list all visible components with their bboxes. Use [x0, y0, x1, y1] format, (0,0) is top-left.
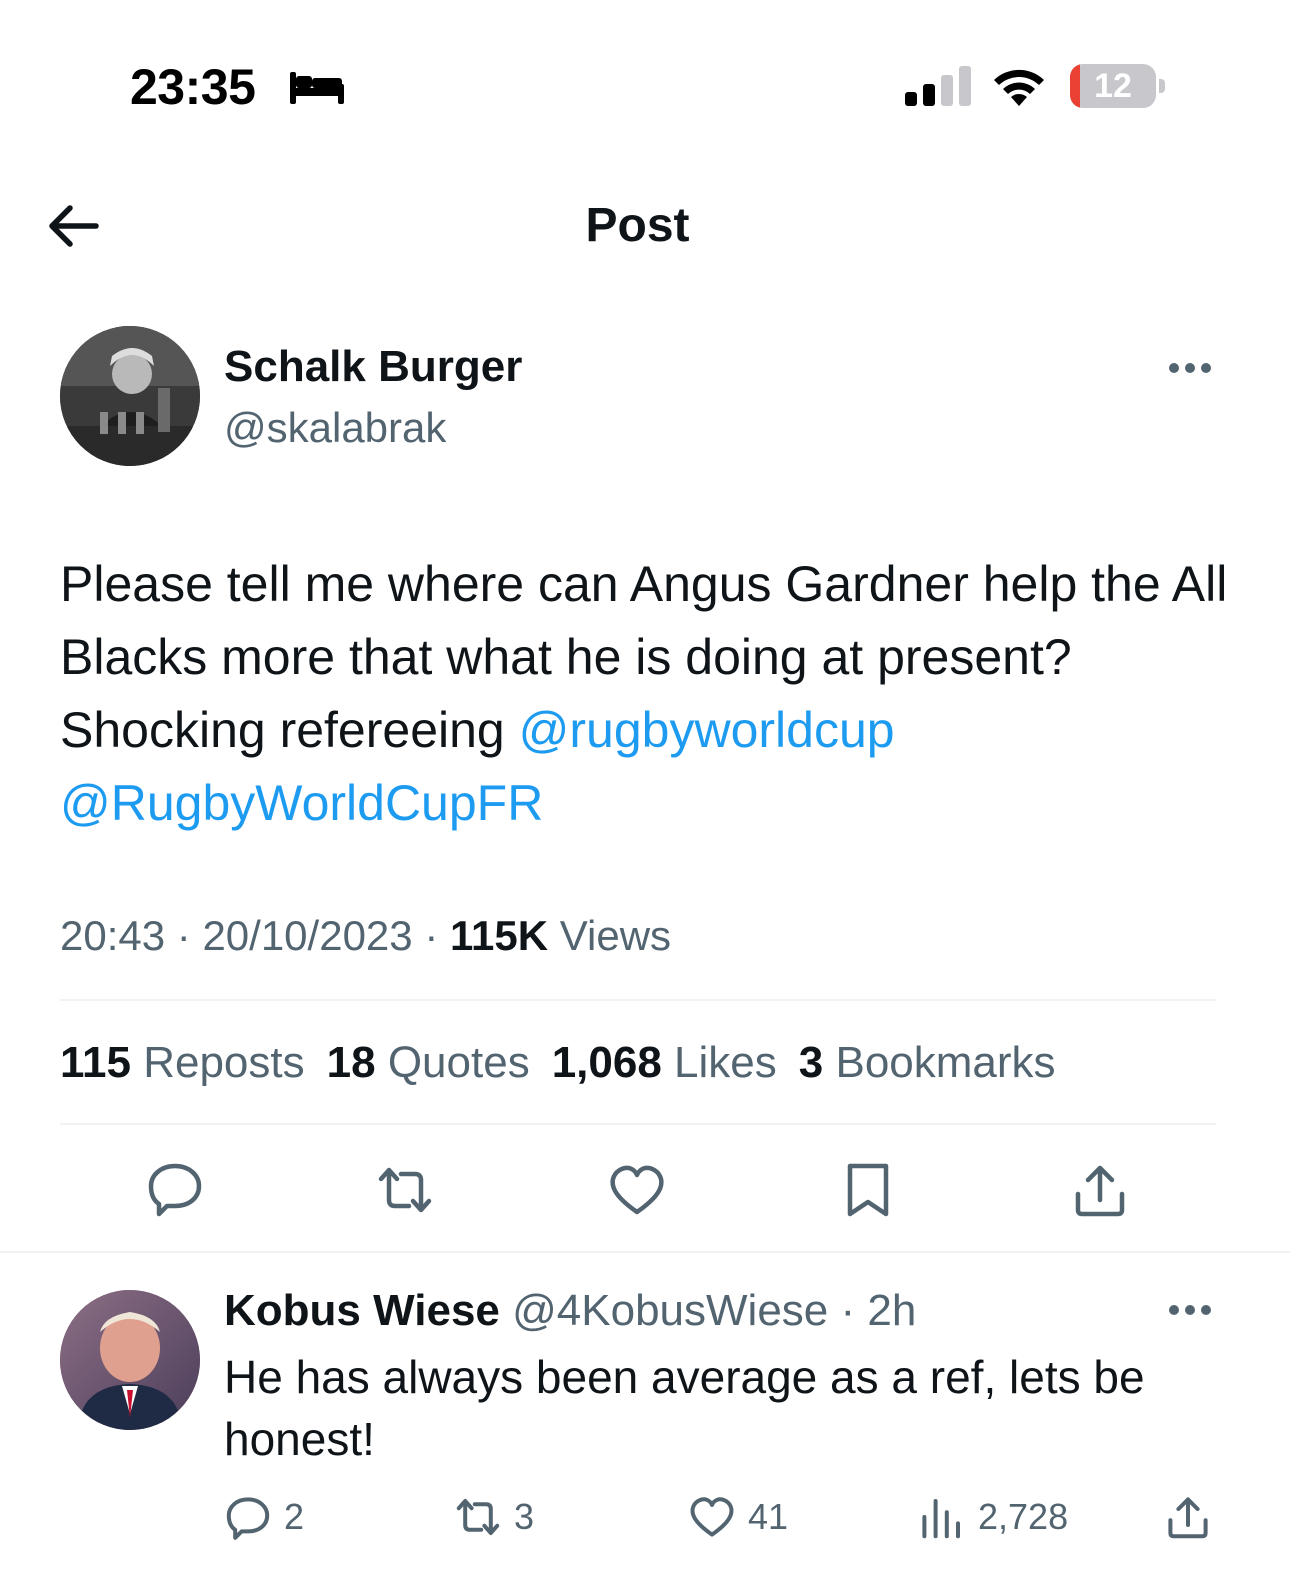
reply-icon: [226, 1497, 270, 1540]
reply-header: Kobus Wiese @4KobusWiese · 2h: [224, 1286, 917, 1335]
stat-reposts[interactable]: 115 Reposts: [60, 1038, 305, 1088]
reply-author-avatar[interactable]: [60, 1290, 200, 1430]
reply-repost-button[interactable]: 3: [454, 1492, 534, 1542]
stat-quotes[interactable]: 18 Quotes: [327, 1038, 530, 1088]
status-bar: 23:35 12: [0, 0, 1290, 180]
views-label: Views: [559, 912, 672, 959]
battery-indicator: 12: [1070, 64, 1166, 108]
share-icon[interactable]: [1070, 1160, 1130, 1220]
repost-icon[interactable]: [375, 1160, 435, 1220]
reply-text: He has always been average as a ref, let…: [224, 1351, 1145, 1465]
wifi-icon: [994, 69, 1044, 106]
reply-icon[interactable]: [145, 1158, 205, 1218]
divider: [60, 1123, 1216, 1125]
stat-bookmarks[interactable]: 3 Bookmarks: [799, 1038, 1056, 1088]
status-time: 23:35: [130, 59, 256, 115]
reply-like-button[interactable]: 41: [688, 1492, 788, 1542]
repost-icon: [456, 1499, 500, 1535]
reply-reply-button[interactable]: 2: [224, 1492, 304, 1542]
battery-level: 12: [1094, 67, 1132, 105]
more-options-icon[interactable]: [1168, 362, 1212, 374]
reply-time: 2h: [867, 1286, 917, 1335]
reply-count: 2: [284, 1496, 305, 1537]
stat-likes[interactable]: 1,068 Likes: [552, 1038, 777, 1088]
divider: [60, 999, 1216, 1001]
author-name[interactable]: Schalk Burger: [224, 342, 522, 392]
page-title: Post: [585, 199, 690, 252]
post-text: Please tell me where can Angus Gardner h…: [60, 548, 1240, 840]
like-icon: [690, 1497, 734, 1537]
sleep-focus-icon: [290, 72, 344, 104]
author-handle[interactable]: @skalabrak: [224, 404, 446, 452]
like-count: 41: [748, 1496, 789, 1537]
views-chart-icon: [922, 1499, 960, 1539]
post-time: 20:43: [60, 912, 166, 959]
engagement-stats: 115 Reposts 18 Quotes 1,068 Likes 3 Bookmar…: [60, 1038, 1078, 1088]
reply-views-button[interactable]: 2,728: [918, 1492, 1068, 1542]
reply-share-button[interactable]: [1164, 1492, 1212, 1542]
cellular-signal-icon: [905, 66, 971, 106]
top-navigation: Post: [0, 180, 1290, 280]
like-icon[interactable]: [607, 1160, 667, 1220]
author-avatar[interactable]: [60, 326, 200, 466]
mention-link[interactable]: @RugbyWorldCupFR: [60, 775, 543, 831]
bookmark-icon[interactable]: [838, 1160, 898, 1220]
reply-author-handle[interactable]: @4KobusWiese: [512, 1286, 828, 1335]
reply-author-name[interactable]: Kobus Wiese: [224, 1286, 500, 1335]
share-icon: [1168, 1497, 1208, 1539]
post-meta: 20:43 · 20/10/2023 · 115K Views: [60, 912, 672, 959]
views-count: 2,728: [978, 1496, 1069, 1537]
divider: [0, 1251, 1290, 1253]
more-options-icon[interactable]: [1168, 1304, 1212, 1316]
views-count: 115K: [449, 912, 549, 959]
post-date: 20/10/2023: [202, 912, 413, 959]
mention-link[interactable]: @rugbyworldcup: [519, 702, 895, 758]
repost-count: 3: [514, 1496, 535, 1537]
